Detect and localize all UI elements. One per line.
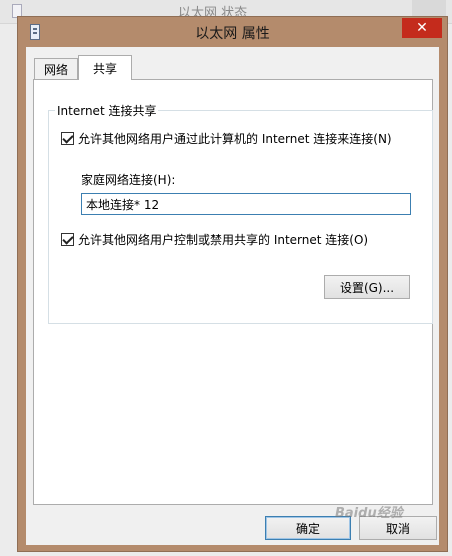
allow-sharing-option[interactable]: 允许其他网络用户通过此计算机的 Internet 连接来连接(N) xyxy=(61,130,392,147)
group-title: Internet 连接共享 xyxy=(55,102,159,119)
allow-control-label: 允许其他网络用户控制或禁用共享的 Internet 连接(O) xyxy=(78,233,369,247)
allow-control-option[interactable]: 允许其他网络用户控制或禁用共享的 Internet 连接(O) xyxy=(61,231,368,248)
settings-button-label: 设置(G)... xyxy=(339,280,395,295)
tab-sharing[interactable]: 共享 xyxy=(78,55,132,80)
allow-control-checkbox[interactable] xyxy=(61,233,74,246)
home-network-label: 家庭网络连接(H): xyxy=(81,173,176,187)
close-icon: ✕ xyxy=(416,20,428,36)
internet-sharing-group: Internet 连接共享 允许其他网络用户通过此计算机的 Internet 连… xyxy=(48,102,433,324)
tab-network-label: 网络 xyxy=(43,62,68,77)
ok-button-label: 确定 xyxy=(295,521,320,536)
close-button[interactable]: ✕ xyxy=(402,18,442,38)
allow-sharing-label: 允许其他网络用户通过此计算机的 Internet 连接来连接(N) xyxy=(78,132,392,146)
ethernet-properties-dialog: 以太网 属性 ✕ 网络 共享 Internet 连接共享 允许其他网络用户通过此… xyxy=(17,16,448,552)
baidu-watermark: Baidu经验 xyxy=(335,506,403,521)
tab-network[interactable]: 网络 xyxy=(34,58,78,79)
dialog-client-area: 网络 共享 Internet 连接共享 允许其他网络用户通过此计算机的 Inte… xyxy=(26,47,439,545)
title-bar[interactable]: 以太网 属性 ✕ xyxy=(18,17,447,47)
cancel-button-label: 取消 xyxy=(385,521,410,536)
tab-sharing-label: 共享 xyxy=(92,61,117,76)
home-network-field[interactable] xyxy=(81,193,411,215)
settings-button[interactable]: 设置(G)... xyxy=(324,275,410,299)
sharing-tab-panel: Internet 连接共享 允许其他网络用户通过此计算机的 Internet 连… xyxy=(33,79,433,505)
dialog-title: 以太网 属性 xyxy=(195,26,270,42)
allow-sharing-checkbox[interactable] xyxy=(61,132,74,145)
